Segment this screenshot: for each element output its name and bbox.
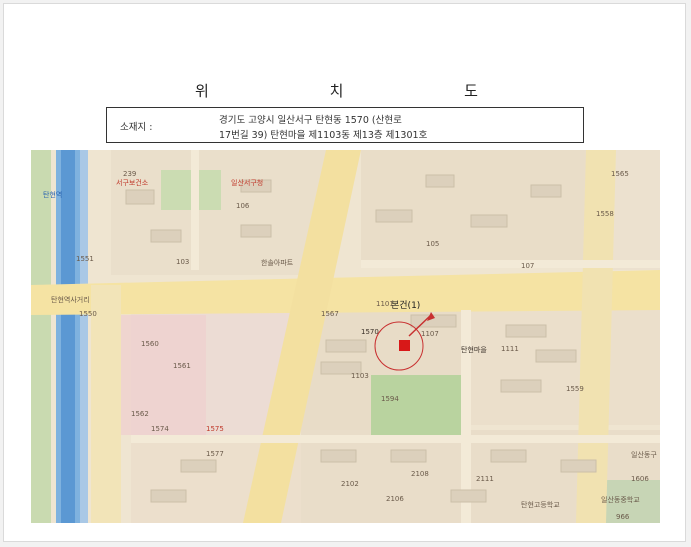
place-label: 1570 xyxy=(361,328,379,336)
place-label: 1575 xyxy=(206,425,224,433)
place-label: 탄현역 xyxy=(43,191,63,199)
place-label: 1559 xyxy=(566,385,584,393)
place-label: 일산서구청 xyxy=(231,179,264,187)
place-label: 1565 xyxy=(611,170,629,178)
place-label: 1107 xyxy=(421,330,439,338)
place-label: 1551 xyxy=(76,255,94,263)
place-label: 107 xyxy=(521,262,535,270)
place-label: 966 xyxy=(616,513,630,521)
map-base xyxy=(31,150,660,523)
place-label: 한솔아파트 xyxy=(261,259,294,267)
place-label: 서구보건소 xyxy=(116,179,149,187)
place-label: 탄현마을 xyxy=(461,346,487,354)
place-label: 105 xyxy=(426,240,440,248)
location-map: 본건(1) 탄현역 서구보건소 일산서구청탄현마을 한솔아파트 1570 1561 1562… xyxy=(31,150,660,523)
place-label: 1560 xyxy=(141,340,159,348)
subject-label: 본건(1) xyxy=(391,301,421,311)
place-label: 2108 xyxy=(411,470,429,478)
place-label: 1594 xyxy=(381,395,399,403)
place-label: 탄현고등학교 xyxy=(521,501,560,509)
subject-property-marker xyxy=(399,340,410,351)
place-label: 1567 xyxy=(321,310,339,318)
place-label: 2111 xyxy=(476,475,494,483)
place-label: 1103 xyxy=(351,372,369,380)
address-label: 소재지 : xyxy=(120,122,153,133)
place-label: 1562 xyxy=(131,410,149,418)
place-label: 1550 xyxy=(79,310,97,318)
place-label: 103 xyxy=(176,258,190,266)
address-line-2: 17번길 39) 탄현마을 제1103동 제13층 제1301호 xyxy=(219,130,428,141)
place-label: 일산동중학교 xyxy=(601,496,640,504)
place-label: 1574 xyxy=(151,425,169,433)
place-label: 106 xyxy=(236,202,250,210)
address-box: 소재지 : 경기도 고양시 일산서구 탄현동 1570 (산현로 17번길 39… xyxy=(106,107,584,143)
place-label: 탄현역사거리 xyxy=(51,296,90,304)
place-label: 1561 xyxy=(173,362,191,370)
place-label: 1111 xyxy=(501,345,519,353)
place-label: 239 xyxy=(123,170,137,178)
place-label: 1558 xyxy=(596,210,614,218)
place-label: 1577 xyxy=(206,450,224,458)
place-label: 2106 xyxy=(386,495,404,503)
page-title: 위 치 도 xyxy=(195,82,536,100)
address-line-1: 경기도 고양시 일산서구 탄현동 1570 (산현로 xyxy=(219,115,402,126)
place-label: 1101 xyxy=(376,300,394,308)
place-label: 2102 xyxy=(341,480,359,488)
place-label: 일산동구 xyxy=(631,451,657,459)
place-label: 1606 xyxy=(631,475,649,483)
